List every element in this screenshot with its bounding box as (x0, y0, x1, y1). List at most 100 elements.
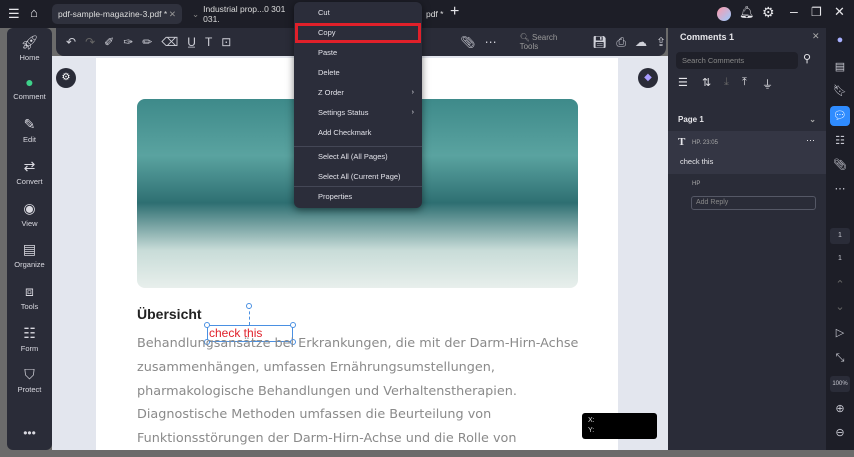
coordinate-readout: X: Y: (582, 413, 657, 439)
sidebar-item-protect[interactable]: ⛉ Protect (7, 366, 52, 394)
close-icon[interactable]: ✕ (169, 9, 176, 20)
comments-panel-icon[interactable]: 💬︎ (830, 106, 850, 126)
toolbox-icon: ⧈ (25, 283, 34, 299)
current-page-input[interactable]: 1 (830, 228, 850, 244)
restore-button[interactable]: ❐ (811, 5, 822, 19)
more-button[interactable]: ••• (7, 426, 52, 440)
chevron-up-icon[interactable]: ⌃ (830, 278, 850, 291)
sidebar-item-organize[interactable]: ▤ Organize (7, 241, 52, 269)
undo-icon[interactable]: ↶ (66, 35, 76, 49)
gear-icon[interactable]: ⚙ (762, 4, 775, 21)
filter-settings-button[interactable]: ⚙ (56, 68, 76, 88)
zoom-out-icon[interactable]: ⊖ (830, 426, 850, 439)
avatar[interactable] (717, 7, 731, 21)
comment-card[interactable]: T HP. 23:05 ⋯ check this (668, 131, 826, 174)
menu-item-delete[interactable]: Delete (294, 63, 422, 83)
zoom-in-icon[interactable]: ⊕ (830, 402, 850, 415)
shield-icon: ⛉ (24, 366, 35, 382)
menu-item-z-order[interactable]: Z Order › (294, 83, 422, 103)
highlighter-icon[interactable]: ✐ (104, 35, 114, 49)
save-icon[interactable]: 💾︎ (592, 35, 607, 49)
comment-more-icon[interactable]: ⋯ (806, 135, 815, 146)
zoom-level[interactable]: 100% (830, 376, 850, 392)
print-icon[interactable]: ⎙ (616, 35, 626, 50)
form-fields-icon[interactable]: ☷ (830, 134, 850, 147)
comments-title: Comments 1 (680, 32, 735, 42)
share-icon[interactable]: ⇪ (656, 35, 666, 49)
more-icon[interactable]: ⋯ (830, 182, 850, 195)
menu-item-select-all-pages[interactable]: Select All (All Pages) (294, 147, 422, 167)
menu-item-copy[interactable]: Copy (295, 23, 421, 43)
organize-icon: ▤ (22, 241, 37, 257)
menu-item-cut[interactable]: Cut (294, 3, 422, 23)
sidebar-item-label: Edit (23, 135, 36, 144)
menu-item-paste[interactable]: Paste (294, 43, 422, 63)
chevron-down-icon[interactable]: ⌄ (830, 300, 850, 313)
attachment-icon[interactable]: 📎︎ (460, 35, 475, 49)
fit-page-icon[interactable]: ⤡ (830, 352, 850, 365)
resize-handle[interactable] (290, 322, 296, 328)
underline-icon[interactable]: U̲ (187, 35, 196, 49)
ai-icon[interactable]: ● (830, 34, 850, 46)
comments-panel: Comments 1 ✕ Search Comments ⚲ ☰ ⇅ ⤓ ⤒ ⏚… (668, 28, 826, 450)
redo-icon[interactable]: ↷ (85, 35, 95, 49)
menu-item-select-all-current[interactable]: Select All (Current Page) (294, 167, 422, 187)
sidebar-item-comment[interactable]: ● Comment (7, 74, 52, 101)
reply-author: HP (692, 181, 701, 187)
close-window-button[interactable]: ✕ (834, 4, 845, 20)
upload-cloud-icon[interactable]: ☁ (635, 35, 647, 49)
search-tools-placeholder: Search Tools (519, 33, 558, 51)
sidebar-item-label: Organize (14, 260, 45, 269)
tab-pdf-sample[interactable]: pdf-sample-magazine-3.pdf * ✕ (52, 4, 182, 24)
attachment-icon[interactable]: 📎︎ (830, 158, 850, 171)
pencil-icon[interactable]: ✏ (142, 35, 152, 49)
sidebar-item-edit[interactable]: ✎ Edit (7, 116, 52, 144)
search-tools[interactable]: 🔍︎ Search Tools (520, 33, 574, 51)
sort-icon[interactable]: ⇅ (702, 76, 711, 89)
sort-desc-icon[interactable]: ⤓ (724, 76, 729, 89)
menu-icon[interactable]: ☰ (8, 6, 20, 22)
sort-asc-icon[interactable]: ⤒ (742, 76, 747, 89)
area-highlight-icon[interactable]: ✑ (123, 35, 133, 49)
more-icon[interactable]: ⋯ (485, 35, 497, 49)
new-tab-button[interactable]: + (450, 3, 459, 21)
add-reply-input[interactable]: Add Reply (691, 196, 816, 210)
filter-icon[interactable]: ⏚ (762, 76, 773, 92)
tab-label: pdf-sample-magazine-3.pdf * (58, 9, 168, 19)
sidebar-item-label: Home (19, 53, 40, 62)
sidebar-item-label: Protect (17, 385, 42, 394)
sidebar-item-convert[interactable]: ⇄ Convert (7, 158, 52, 186)
sidebar-item-tools[interactable]: ⧈ Tools (7, 283, 52, 311)
minimize-button[interactable]: – (790, 3, 798, 19)
textbox-icon[interactable]: ⊡ (221, 35, 231, 49)
chevron-right-icon: › (411, 89, 414, 96)
rotate-handle[interactable] (246, 303, 252, 309)
right-rail: ● ▤ 🔖︎ 💬︎ ☷ 📎︎ ⋯ 1 1 ⌃ ⌄ ▷ ⤡ 100% ⊕ ⊖ (826, 28, 854, 450)
page-group-header[interactable]: Page 1 ⌄ (668, 110, 826, 130)
list-icon[interactable]: ☰ (678, 76, 688, 89)
bell-icon[interactable]: 🔔︎ (739, 5, 754, 19)
thumbnails-icon[interactable]: ▤ (830, 60, 850, 73)
tab-industrial[interactable]: ⌄ Industrial prop...0 301 031. (186, 4, 296, 24)
resize-handle[interactable] (204, 322, 210, 328)
form-icon: ☷ (23, 325, 36, 341)
menu-item-settings-status[interactable]: Settings Status › (294, 103, 422, 123)
bookmark-icon[interactable]: 🔖︎ (830, 84, 850, 97)
search-comments-input[interactable]: Search Comments (676, 52, 798, 69)
sidebar-item-form[interactable]: ☷ Form (7, 325, 52, 353)
sidebar-item-home[interactable]: 🚀︎ Home (7, 34, 52, 62)
menu-item-add-checkmark[interactable]: Add Checkmark (294, 123, 422, 143)
eraser-icon[interactable]: ⌫ (161, 35, 178, 49)
menu-item-properties[interactable]: Properties (294, 187, 422, 207)
body-line: Behandlungsansätze bei Erkrankungen, die… (137, 336, 579, 351)
ai-assistant-button[interactable]: ◆ (638, 68, 658, 88)
sidebar-item-view[interactable]: ◉ View (7, 200, 52, 228)
search-icon[interactable]: ⚲ (803, 52, 811, 65)
text-icon[interactable]: T (205, 35, 212, 49)
home-icon[interactable]: ⌂ (30, 5, 38, 20)
tab-third[interactable]: pdf * (420, 4, 450, 24)
tab-label: pdf * (426, 9, 444, 19)
page-label: Page 1 (678, 115, 704, 124)
close-icon[interactable]: ✕ (812, 31, 820, 42)
select-cursor-icon[interactable]: ▷ (830, 326, 850, 339)
